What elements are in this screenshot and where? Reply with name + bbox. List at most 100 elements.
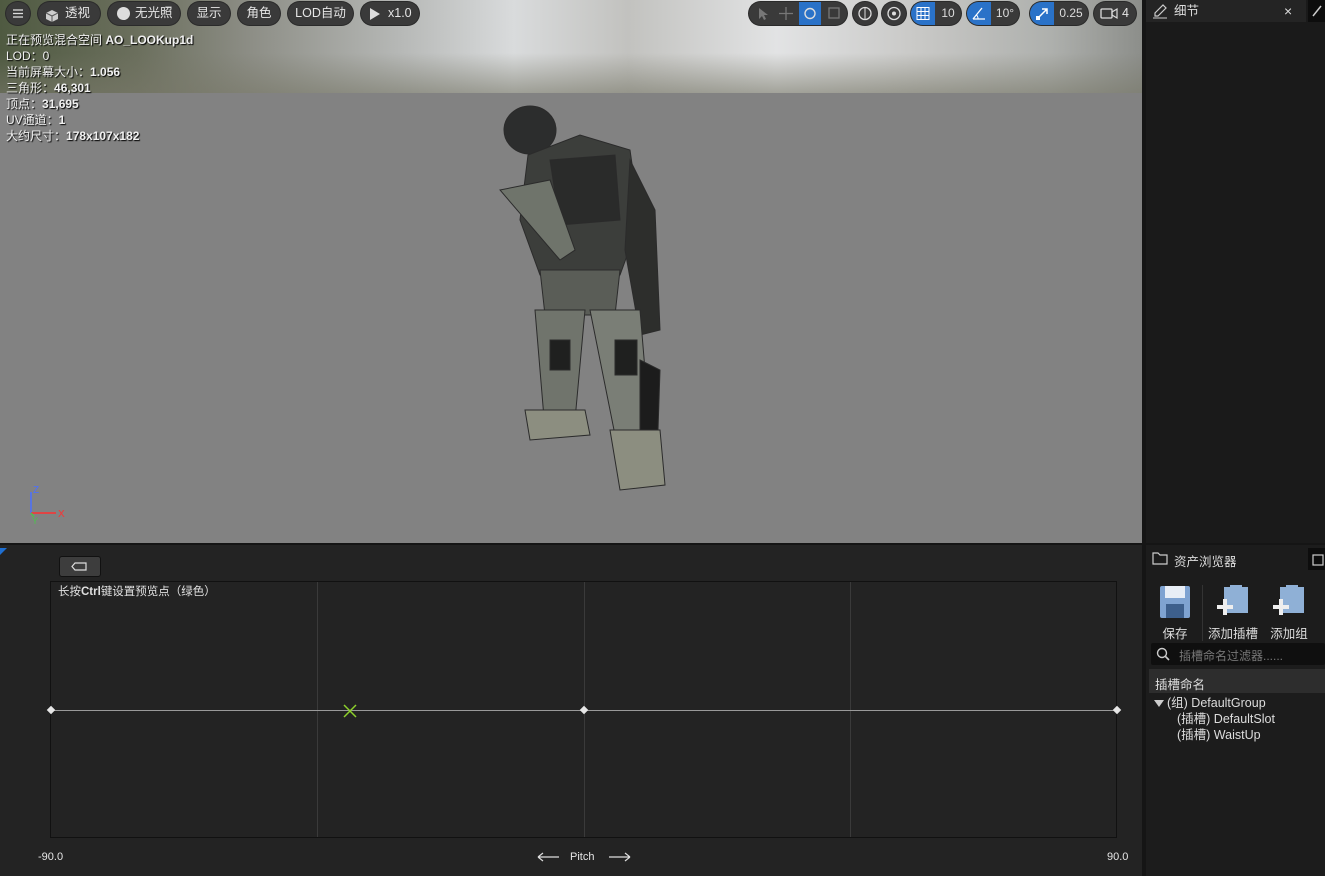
playback-speed-button[interactable]: x1.0 <box>361 2 419 25</box>
stats-approx-size-line: 大约尺寸：178x107x182 <box>6 129 140 143</box>
scale-snap-value[interactable]: 0.25 <box>1055 2 1087 25</box>
camera-icon <box>1100 7 1118 20</box>
asset-browser-panel: 资产浏览器 保存 添加插槽 添加组 插槽命名过滤器...... 插槽命名 (组)… <box>1146 545 1325 876</box>
character-label: 角色 <box>246 6 272 20</box>
save-button[interactable]: 保存 <box>1152 585 1198 641</box>
blendspace-graph[interactable]: 长按Ctrl键设置预览点（绿色） <box>46 581 1122 838</box>
surface-snap-button[interactable] <box>882 2 906 25</box>
scale-mode-button[interactable] <box>823 2 845 25</box>
playback-speed-label: x1.0 <box>388 6 412 20</box>
camera-speed-value: 4 <box>1122 6 1129 20</box>
tab-details[interactable]: 细节 × <box>1146 0 1306 22</box>
preview-point-marker[interactable] <box>342 703 358 719</box>
stats-triangles-line: 三角形：46,301 <box>6 81 91 95</box>
folder-icon <box>1152 552 1168 565</box>
details-panel: 细节 × <box>1146 0 1325 543</box>
details-options-button[interactable] <box>1308 0 1325 22</box>
panel-corner-marker <box>0 548 7 555</box>
add-group-icon <box>1273 585 1304 615</box>
scale-snap-toggle[interactable] <box>1030 2 1054 25</box>
search-icon <box>1156 647 1170 661</box>
grid-icon <box>916 7 930 20</box>
gizmo-z-label: Z <box>33 485 39 496</box>
rotate-mode-button[interactable] <box>799 2 821 25</box>
stats-blendspace-line: 正在预览混合空间 AO_LOOKup1d <box>6 33 194 47</box>
gizmo-y-label: Y <box>32 516 38 526</box>
stats-lod-line: LOD：0 <box>6 49 50 63</box>
rotate-icon <box>804 7 816 20</box>
tree-slot-label: (插槽) DefaultSlot <box>1177 712 1275 726</box>
cursor-icon <box>759 8 768 20</box>
animation-viewport[interactable]: 透视 无光照 显示 角色 LOD自动 x1.0 10 10° 0.25 4 正在… <box>0 0 1142 543</box>
lod-button[interactable]: LOD自动 <box>288 2 353 25</box>
transform-mode-group <box>749 2 847 25</box>
surface-snap-icon <box>887 6 901 21</box>
slot-tree: (组) DefaultGroup (插槽) DefaultSlot (插槽) W… <box>1152 695 1325 743</box>
column-header-slot-name: 插槽命名 <box>1155 678 1206 692</box>
lod-label: LOD自动 <box>295 6 346 20</box>
angle-icon <box>972 7 985 20</box>
save-label: 保存 <box>1162 627 1188 641</box>
rotation-snap-toggle[interactable] <box>967 2 991 25</box>
grid-snap-toggle[interactable] <box>911 2 935 25</box>
tag-toggle-button[interactable] <box>59 556 101 577</box>
grid-snap-value[interactable]: 10 <box>936 2 960 25</box>
tree-slot-label: (插槽) WaistUp <box>1177 728 1261 742</box>
move-icon <box>779 7 793 20</box>
stats-uv-channels-line: UV通道：1 <box>6 113 66 127</box>
axis-name-row: Pitch <box>537 848 633 866</box>
slot-filter-search[interactable]: 插槽命名过滤器...... <box>1151 643 1325 665</box>
rotation-snap-value[interactable]: 10° <box>992 2 1018 25</box>
details-tab-label: 细节 <box>1174 4 1200 18</box>
cube-icon <box>45 7 59 22</box>
gizmo-x-label: X <box>58 509 65 520</box>
edit-icon <box>1153 4 1167 19</box>
tree-slot-item[interactable]: (插槽) WaistUp <box>1152 727 1325 743</box>
scale-icon <box>828 7 840 19</box>
add-slot-button[interactable]: 添加插槽 <box>1204 585 1262 641</box>
save-icon <box>1160 586 1190 618</box>
play-icon <box>370 8 380 20</box>
pencil-icon <box>1312 5 1322 17</box>
stats-vertices-line: 顶点：31,695 <box>6 97 79 111</box>
select-mode-button[interactable] <box>751 2 773 25</box>
add-group-button[interactable]: 添加组 <box>1264 585 1314 641</box>
stats-screen-size-line: 当前屏幕大小：1.056 <box>6 65 121 79</box>
character-button[interactable]: 角色 <box>238 2 280 25</box>
show-button[interactable]: 显示 <box>188 2 230 25</box>
graph-hint: 长按Ctrl键设置预览点（绿色） <box>58 586 216 598</box>
translate-mode-button[interactable] <box>775 2 797 25</box>
slot-list-header[interactable]: 插槽命名 <box>1149 669 1325 693</box>
puzzle-icon <box>1312 554 1324 566</box>
axis-gizmo: Z X Y <box>30 485 65 526</box>
sphere-icon <box>117 7 130 20</box>
world-local-button[interactable] <box>853 2 877 25</box>
tree-group-item[interactable]: (组) DefaultGroup <box>1152 695 1325 711</box>
viewport-stats: 正在预览混合空间 AO_LOOKup1d LOD：0 当前屏幕大小：1.056 … <box>6 32 193 144</box>
tree-group-label: (组) DefaultGroup <box>1167 696 1266 710</box>
details-close-button[interactable]: × <box>1284 0 1292 22</box>
perspective-button[interactable]: 透视 <box>38 2 100 25</box>
axis-name-label: Pitch <box>570 851 595 863</box>
lighting-mode-button[interactable]: 无光照 <box>108 2 180 25</box>
sample-point[interactable] <box>579 705 589 715</box>
globe-icon <box>858 6 872 21</box>
tag-icon <box>71 562 87 571</box>
axis-max-label: 90.0 <box>1107 851 1129 863</box>
add-slot-icon <box>1217 585 1248 615</box>
arrow-left-icon <box>537 852 559 862</box>
camera-speed-button[interactable]: 4 <box>1094 2 1136 25</box>
tab-asset-browser[interactable]: 资产浏览器 <box>1146 545 1306 571</box>
slot-filter-placeholder: 插槽命名过滤器...... <box>1179 649 1284 663</box>
add-slot-label: 添加插槽 <box>1207 627 1258 641</box>
asset-browser-toolbar: 保存 添加插槽 添加组 <box>1146 573 1325 641</box>
asset-browser-options-button[interactable] <box>1308 548 1325 570</box>
axis-min-label: -90.0 <box>38 851 64 863</box>
asset-browser-tab-label: 资产浏览器 <box>1174 555 1237 569</box>
viewport-toolbar: 透视 无光照 显示 角色 LOD自动 x1.0 10 10° 0.25 4 <box>0 2 1142 26</box>
expand-arrow-icon[interactable] <box>1154 700 1164 707</box>
grid-snap-group: 10 <box>911 2 961 25</box>
viewport-menu-button[interactable] <box>6 2 30 25</box>
tree-slot-item[interactable]: (插槽) DefaultSlot <box>1152 711 1325 727</box>
arrow-right-icon <box>609 852 631 862</box>
